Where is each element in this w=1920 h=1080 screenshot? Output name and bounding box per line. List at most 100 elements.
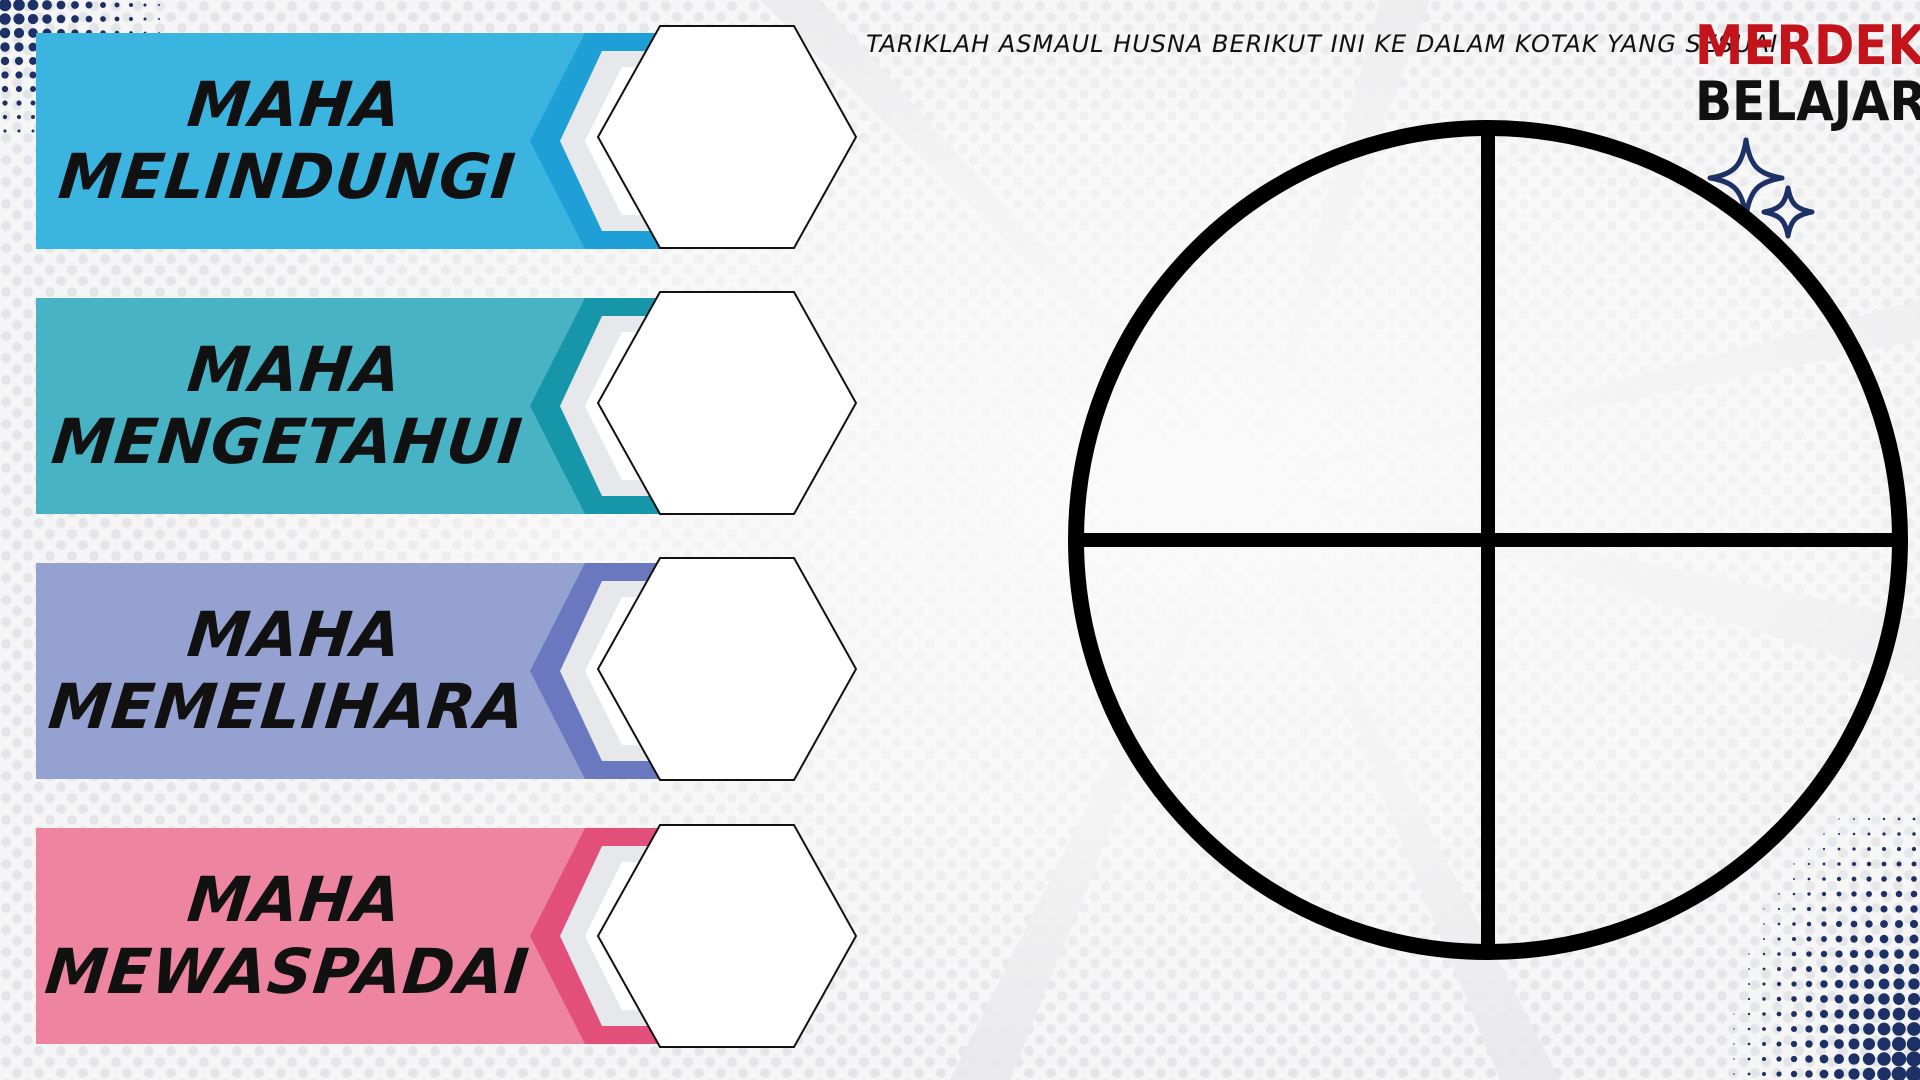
halftone-dot	[42, 0, 52, 10]
banner-label: MAHA MEWASPADAI	[25, 828, 558, 1044]
halftone-dot	[14, 56, 24, 66]
hexagon-box-2[interactable]	[596, 290, 858, 516]
halftone-dot	[1762, 982, 1766, 986]
halftone-dot	[114, 16, 120, 22]
halftone-dot	[1747, 997, 1751, 1001]
halftone-dot	[71, 1, 79, 9]
halftone-dot	[1912, 832, 1916, 836]
halftone-dot	[1834, 1039, 1844, 1049]
halftone-dot	[1834, 979, 1844, 989]
quadrant-circle	[1068, 120, 1908, 960]
halftone-dot	[0, 27, 11, 39]
halftone-dot	[1877, 1007, 1891, 1021]
halftone-dot	[1862, 1037, 1876, 1051]
halftone-dot	[56, 14, 66, 24]
halftone-dot	[1805, 1040, 1813, 1048]
halftone-dot	[1892, 1007, 1906, 1021]
halftone-dot	[1863, 1008, 1875, 1020]
halftone-dot	[31, 115, 35, 119]
halftone-dot	[1848, 1053, 1860, 1065]
banner-line1: MAHA	[184, 68, 406, 141]
halftone-dot	[1819, 1039, 1829, 1049]
halftone-dot	[27, 0, 39, 11]
halftone-dot	[1747, 1057, 1751, 1061]
halftone-dot	[1805, 1025, 1813, 1033]
halftone-dot	[17, 129, 21, 133]
halftone-dot	[71, 15, 79, 23]
halftone-dot	[1790, 1070, 1798, 1078]
halftone-dot	[1819, 1054, 1829, 1064]
halftone-dot	[1747, 1012, 1751, 1016]
halftone-dot	[0, 42, 10, 52]
halftone-dot	[1776, 1056, 1782, 1062]
halftone-dot	[1912, 817, 1916, 821]
banner-label: MAHA MEMELIHARA	[25, 563, 558, 779]
banner-maha-memelihara[interactable]: MAHA MEMELIHARA	[36, 563, 606, 779]
hexagon-box-4[interactable]	[596, 823, 858, 1049]
halftone-dot	[129, 17, 133, 21]
halftone-dot	[42, 14, 52, 24]
halftone-dot	[1762, 997, 1766, 1001]
banner-line2: MEMELIHARA	[45, 670, 530, 743]
banner-line1: MAHA	[184, 598, 406, 671]
halftone-dot	[1863, 993, 1875, 1005]
banner-maha-mengetahui[interactable]: MAHA MENGETAHUI	[36, 298, 606, 514]
halftone-dot	[1819, 1009, 1829, 1019]
banner-label: MAHA MELINDUNGI	[25, 33, 558, 249]
banner-line1: MAHA	[184, 863, 406, 936]
halftone-dot	[1805, 1055, 1813, 1063]
halftone-dot	[1820, 980, 1828, 988]
halftone-dot	[1877, 1037, 1891, 1051]
halftone-dot	[85, 1, 93, 9]
halftone-dot	[1733, 1058, 1735, 1060]
halftone-dot	[1911, 876, 1917, 882]
halftone-dot	[1791, 996, 1797, 1002]
halftone-dot	[1776, 996, 1782, 1002]
halftone-dot	[1907, 1007, 1920, 1021]
banner-maha-mewaspadai[interactable]: MAHA MEWASPADAI	[36, 828, 606, 1044]
halftone-dot	[1863, 1023, 1875, 1035]
halftone-dot	[1910, 905, 1918, 913]
halftone-dot	[1892, 1022, 1906, 1036]
hexagon-box-3[interactable]	[596, 556, 858, 782]
halftone-dot	[2, 100, 8, 106]
halftone-dot	[1805, 995, 1813, 1003]
halftone-dot	[1878, 993, 1890, 1005]
halftone-dot	[1791, 981, 1797, 987]
halftone-dot	[1747, 1072, 1751, 1076]
halftone-dot	[1834, 1009, 1844, 1019]
halftone-dot	[1790, 1055, 1798, 1063]
logo-line1: MERDEKA	[1695, 14, 1920, 77]
halftone-dot	[1776, 1071, 1782, 1077]
halftone-dot	[1, 85, 9, 93]
halftone-dot	[1877, 1022, 1891, 1036]
halftone-dot	[1805, 1010, 1813, 1018]
hexagon-box-1[interactable]	[596, 24, 858, 250]
halftone-dot	[1911, 861, 1917, 867]
halftone-dot	[1776, 1041, 1782, 1047]
banner-maha-melindungi[interactable]: MAHA MELINDUNGI	[36, 33, 606, 249]
halftone-dot	[143, 3, 147, 7]
halftone-dot	[1762, 1027, 1766, 1031]
halftone-dot	[1762, 1057, 1766, 1061]
halftone-dot	[1848, 1008, 1860, 1020]
halftone-dot	[1748, 983, 1750, 985]
halftone-dot	[3, 129, 7, 133]
halftone-dot	[31, 129, 35, 133]
halftone-dot	[1733, 1043, 1735, 1045]
halftone-dot	[1907, 992, 1920, 1006]
halftone-dot	[1891, 1051, 1907, 1067]
halftone-dot	[1805, 1070, 1813, 1078]
halftone-dot	[13, 13, 25, 25]
halftone-dot	[1891, 1036, 1907, 1052]
halftone-dot	[85, 15, 93, 23]
halftone-dot	[1762, 1042, 1766, 1046]
halftone-dot	[1834, 1024, 1844, 1034]
halftone-dot	[1908, 978, 1920, 990]
halftone-dot	[1834, 1069, 1844, 1079]
halftone-dot	[56, 0, 66, 10]
halftone-dot	[1834, 994, 1844, 1004]
halftone-dot	[114, 2, 120, 8]
halftone-dot	[1790, 1025, 1798, 1033]
halftone-dot	[1863, 978, 1875, 990]
